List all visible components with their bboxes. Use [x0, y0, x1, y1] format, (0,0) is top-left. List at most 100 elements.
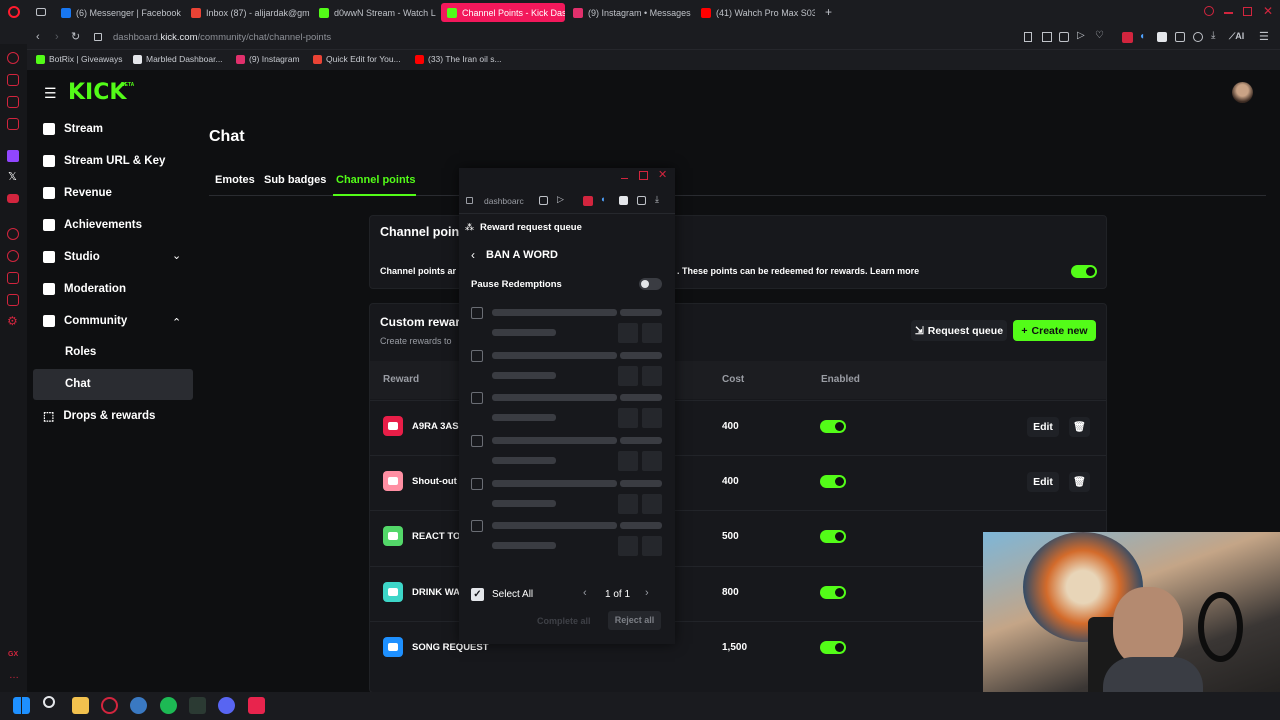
opera-gx-icon[interactable] — [101, 697, 118, 714]
reward-enabled-toggle[interactable] — [820, 530, 846, 543]
sidebar-app-icon[interactable] — [7, 228, 19, 240]
share-icon[interactable] — [1193, 32, 1203, 42]
queue-item-checkbox[interactable] — [471, 307, 483, 319]
popup-maximize-icon[interactable] — [639, 171, 648, 180]
popup-url[interactable]: dashboarc — [484, 196, 524, 206]
popup-play-icon[interactable]: ▷ — [557, 194, 564, 205]
studio-chevron-icon[interactable]: ⌄ — [172, 249, 181, 262]
user-avatar[interactable] — [1232, 82, 1253, 103]
sidebar-item-studio[interactable]: Studio — [43, 247, 100, 267]
sidebar-item-moderation[interactable]: Moderation — [43, 279, 126, 299]
sidebar-item-stream-url-key[interactable]: Stream URL & Key — [43, 151, 165, 171]
popup-extensions-icon[interactable] — [637, 196, 646, 205]
sidebar-item-revenue[interactable]: Revenue — [43, 183, 112, 203]
app-icon[interactable] — [130, 697, 147, 714]
prev-page-icon[interactable]: ‹ — [583, 587, 587, 599]
search-tabs-icon[interactable] — [1204, 6, 1214, 16]
ai-icon[interactable]: ⟋AI — [1229, 31, 1244, 42]
menu-icon[interactable]: ☰ — [1259, 30, 1269, 43]
sidebar-item-roles[interactable]: Roles — [65, 346, 96, 358]
play-icon[interactable]: ▷ — [1077, 30, 1085, 41]
search-icon[interactable] — [43, 696, 55, 708]
popup-ext-icon[interactable] — [583, 196, 593, 206]
sidebar-item-drops[interactable]: ⬚ Drops & rewards — [43, 406, 155, 426]
spotify-icon[interactable] — [160, 697, 177, 714]
kick-logo[interactable]: KICK — [68, 80, 126, 105]
select-all-checkbox[interactable]: ✓ — [471, 588, 484, 601]
reload-icon[interactable]: ↻ — [71, 30, 80, 43]
screenshot-icon[interactable] — [1042, 32, 1052, 42]
bookmark-icon[interactable] — [1024, 32, 1032, 42]
reward-enabled-toggle[interactable] — [820, 475, 846, 488]
reward-enabled-toggle[interactable] — [820, 420, 846, 433]
more-icon[interactable]: … — [9, 670, 19, 681]
complete-all-button[interactable]: Complete all — [537, 616, 591, 626]
reward-enabled-toggle[interactable] — [820, 586, 846, 599]
request-queue-button[interactable]: ⇲ Request queue — [911, 320, 1007, 341]
heart-icon[interactable]: ♡ — [1095, 30, 1104, 41]
app-icon[interactable] — [248, 697, 265, 714]
back-icon[interactable]: ‹ — [36, 31, 40, 43]
popup-download-icon[interactable]: ⤓ — [655, 194, 659, 205]
windows-start-icon[interactable] — [13, 697, 30, 714]
hamburger-icon[interactable]: ☰ — [44, 85, 57, 102]
edit-button[interactable]: Edit — [1027, 417, 1059, 437]
queue-item-checkbox[interactable] — [471, 520, 483, 532]
extensions-icon[interactable] — [1175, 32, 1185, 42]
sidebar-app-icon[interactable] — [7, 272, 19, 284]
queue-item-checkbox[interactable] — [471, 350, 483, 362]
sidebar-app-icon[interactable] — [7, 294, 19, 306]
extension2-icon[interactable] — [1157, 32, 1167, 42]
community-chevron-icon[interactable]: ⌃ — [172, 316, 181, 329]
tab-emotes[interactable]: Emotes — [215, 174, 255, 186]
channel-points-toggle[interactable] — [1071, 265, 1097, 278]
edit-button[interactable]: Edit — [1027, 472, 1059, 492]
history-icon[interactable] — [7, 250, 19, 262]
youtube-icon[interactable] — [7, 194, 19, 203]
sidebar-item-community[interactable]: Community — [43, 311, 127, 331]
next-page-icon[interactable]: › — [645, 587, 649, 599]
popup-minimize-icon[interactable] — [621, 178, 628, 179]
popup-shield-icon[interactable] — [539, 196, 548, 205]
browser-tab[interactable]: (41) Wahch Pro Max S03 E — [695, 3, 815, 22]
tab-menu-icon[interactable] — [36, 8, 46, 16]
sidebar-item-chat-highlight[interactable] — [33, 369, 193, 400]
opera-logo-icon[interactable] — [8, 6, 20, 18]
popup-ext2-icon[interactable] — [619, 196, 628, 205]
browser-tab[interactable]: (6) Messenger | Facebook — [55, 3, 183, 22]
sidebar-item-stream[interactable]: Stream — [43, 119, 103, 139]
channel-points-desc-right[interactable]: . These points can be redeemed for rewar… — [677, 266, 919, 276]
tab-sub-badges[interactable]: Sub badges — [264, 174, 326, 186]
queue-item-checkbox[interactable] — [471, 392, 483, 404]
back-chevron-icon[interactable]: ‹ — [471, 248, 475, 262]
twitch-icon[interactable] — [7, 150, 19, 162]
sidebar-item-achievements[interactable]: Achievements — [43, 215, 142, 235]
shield-icon[interactable] — [1059, 32, 1069, 42]
pause-redemptions-toggle[interactable] — [639, 278, 662, 290]
browser-tab[interactable]: Inbox (87) - alijardak@gm — [185, 3, 311, 22]
download-icon[interactable]: ⤓ — [1211, 30, 1215, 41]
minimize-icon[interactable] — [1224, 12, 1233, 14]
gx-icon[interactable]: GX — [8, 651, 18, 658]
tab-channel-points[interactable]: Channel points — [336, 174, 415, 186]
create-new-button[interactable]: + Create new — [1013, 320, 1096, 341]
url-field[interactable]: dashboard.kick.com/community/chat/channe… — [113, 32, 331, 43]
gear-icon[interactable]: ⚙ — [7, 314, 18, 328]
browser-tab[interactable]: Channel Points - Kick Das — [441, 3, 565, 22]
audio-extension-icon[interactable]: ◖ — [1139, 31, 1145, 42]
sidebar-app-icon[interactable] — [7, 118, 19, 130]
trash-icon[interactable]: 🗑︎ — [1069, 417, 1090, 437]
bookmark-item[interactable]: (33) The Iran oil s... — [415, 54, 502, 64]
file-explorer-icon[interactable] — [72, 697, 89, 714]
forward-icon[interactable]: › — [55, 31, 59, 43]
trash-icon[interactable]: 🗑︎ — [1069, 472, 1090, 492]
x-icon[interactable]: 𝕏 — [8, 170, 17, 183]
browser-tab[interactable]: d0wwN Stream - Watch L — [313, 3, 439, 22]
excel-icon[interactable] — [189, 697, 206, 714]
bookmark-item[interactable]: Quick Edit for You... — [313, 54, 401, 64]
discord-icon[interactable] — [218, 697, 235, 714]
bookmark-item[interactable]: (9) Instagram — [236, 54, 300, 64]
sidebar-app-icon[interactable] — [7, 52, 19, 64]
close-window-icon[interactable]: ✕ — [1263, 4, 1273, 18]
popup-audio-icon[interactable]: ◖ — [600, 194, 605, 204]
